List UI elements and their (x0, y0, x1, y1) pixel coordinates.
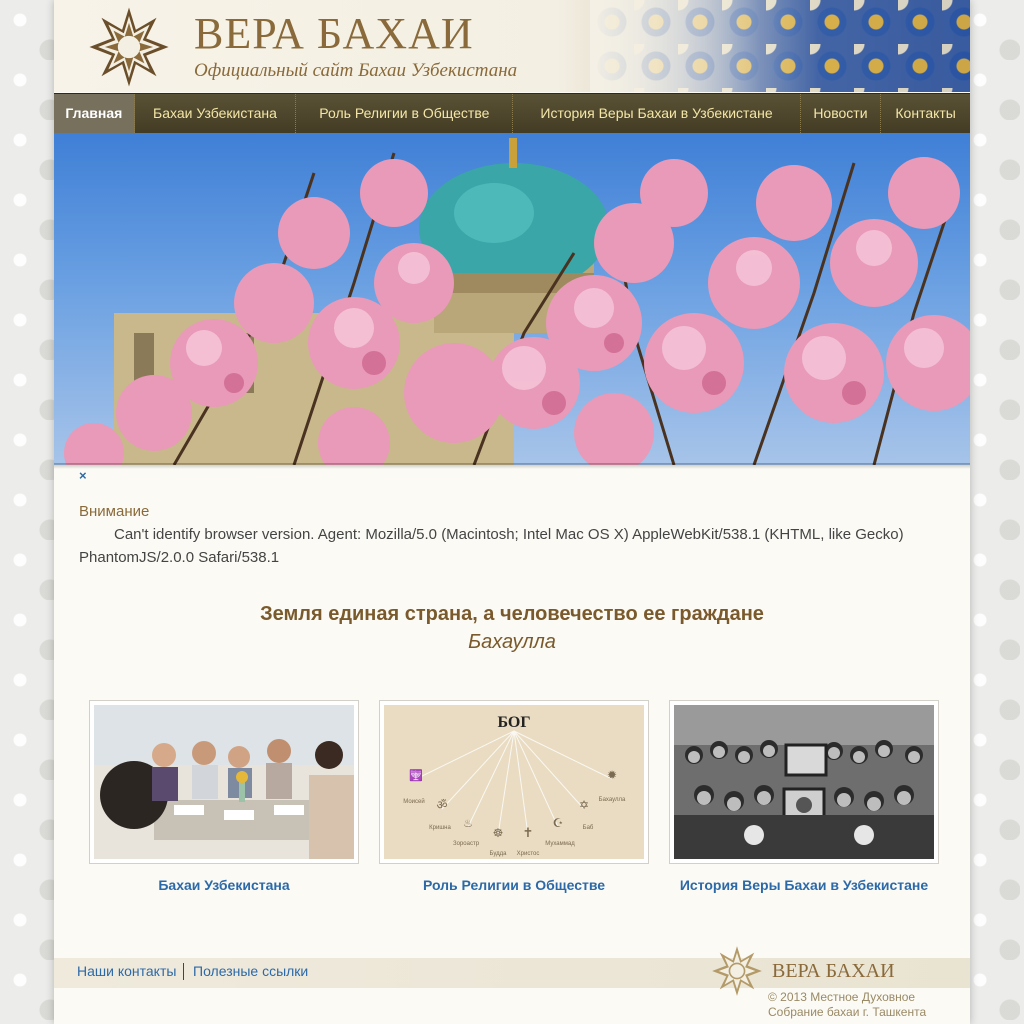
main-nav: Главная Бахаи Узбекистана Роль Религии в… (54, 93, 970, 134)
om-icon: ॐ (437, 798, 448, 812)
religions-diagram-image: БОГ 🕎 Моисей ॐ Кришна ♨ Зороастр ☸ Будда… (384, 705, 644, 859)
cross-icon: ✝ (523, 825, 534, 840)
svg-text:Мухаммад: Мухаммад (545, 841, 575, 847)
svg-text:Будда: Будда (490, 851, 508, 857)
card-image-link[interactable]: БОГ 🕎 Моисей ॐ Кришна ♨ Зороастр ☸ Будда… (379, 700, 649, 864)
nav-item-history[interactable]: История Веры Бахаи в Узбекистане (513, 94, 801, 133)
svg-text:Баб: Баб (583, 825, 594, 831)
page-container: ВЕРА БАХАИ Официальный сайт Бахаи Узбеки… (54, 0, 970, 1024)
nav-item-role-of-religion[interactable]: Роль Религии в Обществе (296, 94, 514, 133)
menorah-icon: 🕎 (409, 769, 423, 782)
footer-link-useful-links[interactable]: Полезные ссылки (193, 963, 308, 979)
footer-link-contacts[interactable]: Наши контакты (77, 963, 176, 979)
dharma-wheel-icon: ☸ (493, 826, 504, 840)
svg-text:Христос: Христос (517, 851, 540, 857)
card-image-link[interactable] (669, 700, 939, 864)
site-header: ВЕРА БАХАИ Официальный сайт Бахаи Узбеки… (54, 0, 970, 92)
site-title[interactable]: ВЕРА БАХАИ (194, 8, 474, 59)
footer-brand[interactable]: ВЕРА БАХАИ (772, 960, 895, 983)
svg-text:Кришна: Кришна (429, 825, 451, 831)
crescent-icon: ☪ (553, 816, 564, 830)
copyright-text: © 2013 Местное Духовное Собрание бахаи г… (768, 990, 927, 1019)
nav-item-bahai-uzbekistan[interactable]: Бахаи Узбекистана (135, 94, 297, 133)
nav-item-contacts[interactable]: Контакты (881, 94, 970, 133)
card-caption-bahai-uzbekistan[interactable]: Бахаи Узбекистана (89, 877, 359, 893)
card-caption-history[interactable]: История Веры Бахаи в Узбекистане (669, 877, 939, 893)
fire-icon: ♨ (463, 818, 473, 830)
nine-pointed-star-footer-icon (712, 946, 762, 996)
card-bahai-uzbekistan: Бахаи Узбекистана (89, 700, 359, 893)
hero-banner-image (54, 133, 970, 465)
card-role-of-religion: БОГ 🕎 Моисей ॐ Кришна ♨ Зороастр ☸ Будда… (379, 700, 649, 893)
notice-title: Внимание (79, 503, 150, 520)
card-caption-role-of-religion[interactable]: Роль Религии в Обществе (379, 877, 649, 893)
close-icon[interactable]: × (79, 468, 87, 483)
card-image-link[interactable] (89, 700, 359, 864)
svg-text:Зороастр: Зороастр (453, 841, 480, 847)
star-icon: ✡ (579, 798, 589, 812)
nav-item-news[interactable]: Новости (801, 94, 882, 133)
card-history: История Веры Бахаи в Узбекистане (669, 700, 939, 893)
classroom-photo (94, 705, 354, 859)
diagram-heading: БОГ (497, 714, 530, 731)
site-subtitle: Официальный сайт Бахаи Узбекистана (194, 60, 518, 81)
historical-group-photo (674, 705, 934, 859)
quote-text: Земля единая страна, а человечество ее г… (260, 603, 764, 625)
nine-pointed-star-icon: ✹ (607, 768, 617, 782)
svg-text:Бахаулла: Бахаулла (599, 797, 626, 803)
nav-item-home[interactable]: Главная (54, 94, 135, 133)
footer-divider (183, 963, 184, 980)
svg-text:Моисей: Моисей (403, 798, 424, 805)
quote-author: Бахаулла (468, 631, 556, 653)
nine-pointed-star-logo-icon[interactable] (86, 4, 172, 90)
notice-message: Can't identify browser version. Agent: M… (79, 526, 904, 566)
